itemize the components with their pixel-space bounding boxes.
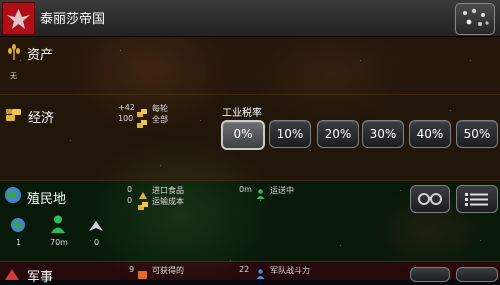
economy-section: 经济 +42 每轮 100 全部 工业税率 0% 10% 20% 30% 40%… — [0, 95, 500, 181]
person-icon — [256, 184, 265, 203]
ship-icon — [88, 218, 104, 237]
total-label: 全部 — [152, 115, 168, 124]
tax-option-30[interactable]: 30% — [362, 120, 404, 148]
empire-flag-icon[interactable] — [2, 2, 35, 35]
wheat-icon — [6, 43, 22, 65]
transport-cost-value: 0 — [127, 196, 133, 205]
empire-title: 泰丽莎帝国 — [40, 12, 106, 27]
flag-icon — [138, 265, 148, 284]
binoculars-icon — [418, 193, 442, 205]
industry-tax-label: 工业税率 — [222, 108, 262, 119]
planet-icon — [10, 217, 26, 237]
assets-section: 资产 无 — [0, 37, 500, 95]
colonies-section: 殖民地 0 进口食品 0 运输成本 0m 运送中 1 70m 0 — [0, 181, 500, 262]
per-turn-value: +42 — [118, 103, 135, 112]
in-transit-value: 0m — [239, 185, 252, 194]
planet-icon — [4, 186, 22, 208]
galaxy-map-button[interactable] — [455, 3, 495, 35]
import-food-label: 进口食品 — [152, 186, 184, 195]
list-icon — [465, 193, 488, 206]
planet-count: 1 — [16, 238, 22, 247]
colony-list-button[interactable] — [456, 185, 498, 213]
tax-option-0[interactable]: 0% — [221, 120, 265, 150]
ship-count: 0 — [94, 238, 100, 247]
assets-none-label: 无 — [10, 72, 17, 80]
empire-header: 泰丽莎帝国 — [0, 0, 500, 37]
economy-title: 经济 — [28, 111, 55, 126]
per-turn-label: 每轮 — [152, 104, 168, 113]
assets-title: 资产 — [27, 48, 54, 63]
gold-coins-icon — [4, 105, 24, 127]
in-transit-label: 运送中 — [270, 186, 294, 195]
population-icon — [50, 215, 66, 237]
tax-option-50[interactable]: 50% — [456, 120, 498, 148]
population-value: 70m — [50, 238, 68, 247]
military-section: 军事 9 可获得的 22 军队战斗力 — [0, 262, 500, 285]
available-value: 9 — [129, 265, 135, 274]
transport-cost-label: 运输成本 — [152, 197, 184, 206]
galaxy-icon — [463, 8, 489, 26]
coins-icon — [137, 114, 147, 133]
colonies-title: 殖民地 — [27, 192, 67, 207]
total-value: 100 — [118, 114, 134, 123]
fleet-power-value: 22 — [239, 265, 250, 274]
soldier-icon — [256, 264, 265, 283]
import-food-value: 0 — [127, 185, 133, 194]
coins-icon — [138, 196, 148, 215]
binoculars-button[interactable] — [410, 185, 450, 213]
military-title: 军事 — [27, 270, 54, 285]
tax-option-40[interactable]: 40% — [409, 120, 451, 148]
fleet-power-label: 军队战斗力 — [270, 266, 310, 275]
available-label: 可获得的 — [152, 266, 184, 275]
tax-option-10[interactable]: 10% — [269, 120, 311, 148]
military-icon — [4, 266, 20, 285]
tax-option-20[interactable]: 20% — [317, 120, 359, 148]
